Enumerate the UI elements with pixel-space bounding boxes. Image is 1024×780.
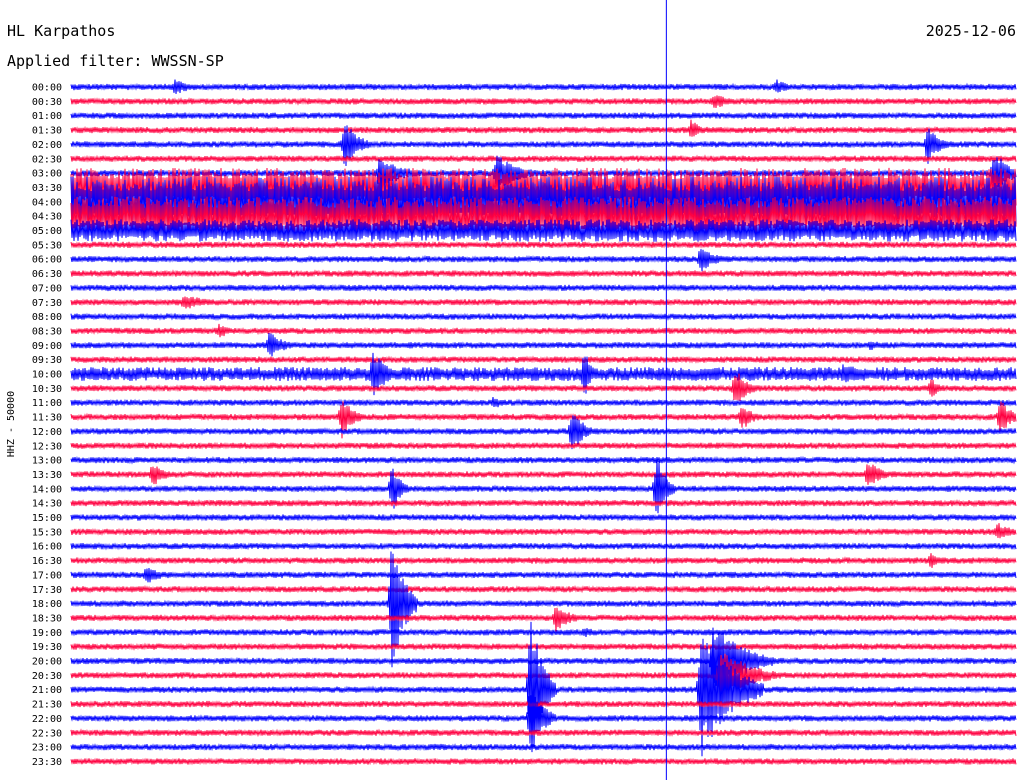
time-tick-label: 14:00 — [32, 484, 62, 495]
time-tick-label: 20:30 — [32, 671, 62, 682]
time-tick-label: 16:30 — [32, 556, 62, 567]
time-tick-label: 06:00 — [32, 255, 62, 266]
time-tick-labels: 00:00 00:30 01:00 01:30 02:00 02:30 03:00 03:30… — [32, 83, 62, 768]
trace-row — [70, 551, 1017, 668]
time-tick-label: 08:30 — [32, 326, 62, 337]
time-tick-label: 22:00 — [32, 714, 62, 725]
trace-row — [70, 757, 1017, 766]
time-tick-label: 09:30 — [32, 355, 62, 366]
trace-row — [70, 111, 1017, 120]
time-tick-label: 11:30 — [32, 413, 62, 424]
trace-row — [70, 498, 1017, 508]
time-tick-label: 12:00 — [32, 427, 62, 438]
time-tick-label: 18:00 — [32, 599, 62, 610]
time-tick-label: 23:00 — [32, 743, 62, 754]
date-label: 2025-12-06 — [926, 22, 1016, 40]
trace-row — [70, 742, 1017, 752]
time-tick-label: 17:30 — [32, 585, 62, 596]
trace-row — [70, 249, 1017, 272]
time-tick-label: 08:00 — [32, 312, 62, 323]
seismic-traces — [70, 79, 1017, 766]
trace-row — [70, 699, 1017, 709]
trace-row — [70, 332, 1017, 357]
time-tick-label: 23:30 — [32, 757, 62, 768]
trace-row — [70, 642, 1017, 651]
time-tick-label: 05:30 — [32, 240, 62, 251]
trace-row — [70, 154, 1017, 164]
time-tick-label: 15:30 — [32, 527, 62, 538]
trace-row — [70, 119, 1017, 137]
trace-row — [70, 296, 1017, 309]
trace-row — [70, 283, 1017, 293]
helicorder-plot: HL Karpathos 2025-12-06 Applied filter: … — [6, 0, 1017, 780]
time-tick-label: 02:00 — [32, 140, 62, 151]
trace-row — [70, 567, 1017, 583]
filter-label: Applied filter: WWSSN-SP — [7, 52, 224, 70]
y-axis-label: HHZ - 50000 — [6, 391, 17, 457]
time-tick-label: 21:30 — [32, 700, 62, 711]
trace-row — [70, 269, 1017, 278]
time-tick-label: 02:30 — [32, 154, 62, 165]
trace-row — [70, 728, 1017, 738]
time-tick-label: 20:00 — [32, 657, 62, 668]
trace-row — [70, 312, 1017, 321]
trace-row — [70, 523, 1017, 539]
time-tick-label: 13:30 — [32, 470, 62, 481]
time-tick-label: 12:30 — [32, 441, 62, 452]
time-tick-label: 13:00 — [32, 456, 62, 467]
trace-row — [70, 553, 1017, 568]
station-title: HL Karpathos — [7, 22, 115, 40]
trace-row — [70, 621, 1017, 757]
time-tick-label: 17:00 — [32, 570, 62, 581]
time-tick-label: 14:30 — [32, 499, 62, 510]
trace-row — [70, 464, 1017, 485]
time-tick-label: 09:00 — [32, 341, 62, 352]
time-tick-label: 03:00 — [32, 169, 62, 180]
time-tick-label: 05:00 — [32, 226, 62, 237]
time-tick-label: 04:30 — [32, 212, 62, 223]
trace-row — [70, 607, 1017, 632]
time-tick-label: 18:30 — [32, 613, 62, 624]
time-tick-label: 16:00 — [32, 542, 62, 553]
time-tick-label: 19:00 — [32, 628, 62, 639]
trace-row — [70, 628, 1017, 637]
time-tick-label: 04:00 — [32, 197, 62, 208]
time-tick-label: 10:00 — [32, 370, 62, 381]
time-tick-label: 00:00 — [32, 83, 62, 94]
trace-row — [70, 541, 1017, 551]
trace-row — [70, 79, 1017, 94]
time-tick-label: 15:00 — [32, 513, 62, 524]
time-tick-label: 21:00 — [32, 685, 62, 696]
time-tick-label: 06:30 — [32, 269, 62, 280]
trace-row — [70, 455, 1017, 465]
trace-row — [70, 355, 1017, 364]
trace-row — [70, 513, 1017, 522]
trace-row — [70, 441, 1017, 450]
trace-row — [70, 584, 1017, 594]
time-tick-label: 00:30 — [32, 97, 62, 108]
trace-row — [70, 95, 1017, 109]
time-tick-label: 10:30 — [32, 384, 62, 395]
time-tick-label: 01:30 — [32, 126, 62, 137]
time-tick-label: 19:30 — [32, 642, 62, 653]
trace-row — [70, 323, 1017, 338]
time-tick-label: 11:00 — [32, 398, 62, 409]
trace-row — [70, 240, 1017, 250]
trace-row — [70, 397, 1017, 408]
time-tick-label: 07:30 — [32, 298, 62, 309]
time-tick-label: 01:00 — [32, 111, 62, 122]
time-tick-label: 03:30 — [32, 183, 62, 194]
time-tick-label: 07:00 — [32, 283, 62, 294]
time-tick-label: 22:30 — [32, 728, 62, 739]
